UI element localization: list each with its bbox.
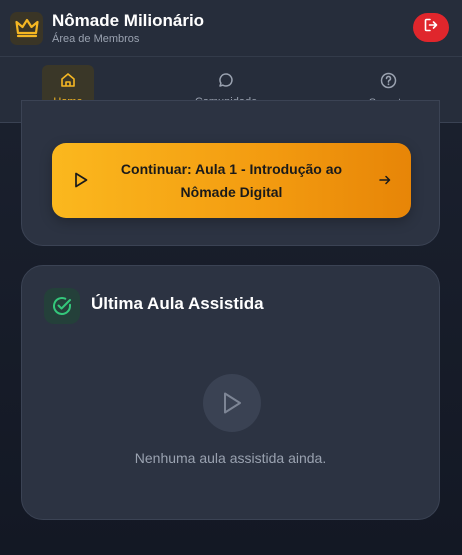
play-icon	[74, 172, 88, 193]
arrow-right-icon	[379, 173, 391, 191]
brand: Nômade Milionário Área de Membros	[52, 11, 204, 46]
check-circle-icon	[44, 288, 80, 324]
logout-button[interactable]	[413, 13, 449, 42]
logout-icon	[424, 18, 438, 37]
page: Nômade Milionário Área de Membros Home	[0, 0, 462, 555]
app-subtitle: Área de Membros	[52, 32, 140, 45]
continue-lesson-label: Continuar: Aula 1 - Introdução ao Nômade…	[120, 160, 343, 200]
empty-play-icon	[203, 374, 261, 432]
help-icon	[380, 72, 397, 92]
last-lesson-card: Última Aula Assistida Nenhuma aula assis…	[21, 265, 440, 520]
app-header: Nômade Milionário Área de Membros	[0, 0, 462, 57]
continue-lesson-button[interactable]: Continuar: Aula 1 - Introdução ao Nômade…	[52, 143, 411, 218]
home-icon	[60, 72, 76, 91]
empty-state-text: Nenhuma aula assistida ainda.	[134, 450, 327, 466]
crown-icon	[10, 11, 43, 45]
continue-card: Continuar: Aula 1 - Introdução ao Nômade…	[21, 100, 440, 246]
chat-icon	[218, 72, 234, 91]
app-title: Nômade Milionário	[52, 10, 205, 30]
last-lesson-title: Última Aula Assistida	[91, 294, 264, 313]
